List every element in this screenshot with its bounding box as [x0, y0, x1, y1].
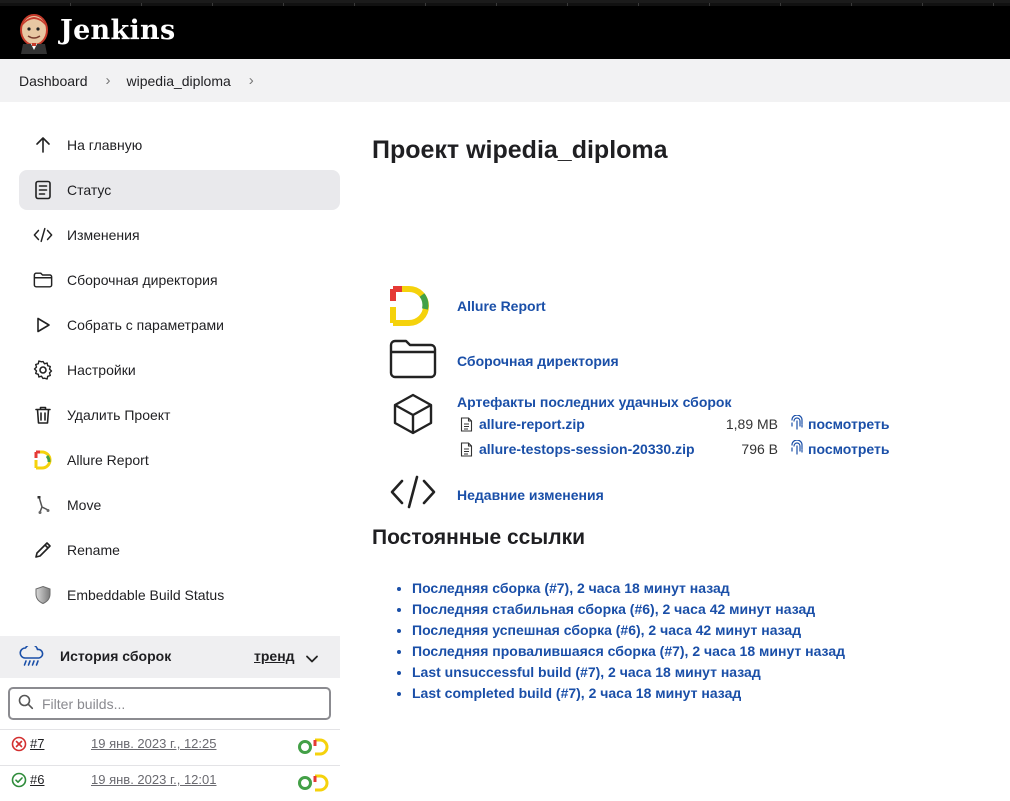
- arrow-up-icon: [33, 135, 53, 155]
- permalink-last-stable-build[interactable]: Последняя стабильная сборка (#6), 2 часа…: [412, 601, 815, 617]
- document-icon: [33, 180, 53, 200]
- build-row[interactable]: #6 19 янв. 2023 г., 12:01: [0, 765, 340, 801]
- breadcrumb-dashboard[interactable]: Dashboard: [19, 73, 88, 89]
- list-item: Последняя провалившаяся сборка (#7), 2 ч…: [412, 643, 845, 664]
- sidebar-item-allure-report[interactable]: Allure Report: [19, 440, 340, 480]
- allure-icon: [33, 450, 53, 470]
- breadcrumb-project[interactable]: wipedia_diploma: [127, 73, 231, 89]
- artifact-row: allure-report.zip 1,89 MB посмотреть: [460, 414, 900, 436]
- artifact-link[interactable]: allure-report.zip: [479, 416, 585, 432]
- sidebar-item-label: Allure Report: [67, 452, 149, 468]
- sidebar-item-label: Настройки: [67, 362, 136, 378]
- play-icon: [33, 315, 53, 335]
- build-history-header: История сборок тренд: [0, 636, 340, 678]
- sidebar: На главную Статус Изменения Сборочная ди…: [19, 125, 340, 620]
- sidebar-item-embeddable-build-status[interactable]: Embeddable Build Status: [19, 575, 340, 615]
- artifact-link[interactable]: allure-testops-session-20330.zip: [479, 441, 695, 457]
- move-icon: [33, 495, 53, 515]
- code-icon[interactable]: [389, 475, 437, 509]
- build-row[interactable]: #7 19 янв. 2023 г., 12:25: [0, 729, 340, 765]
- app-brand[interactable]: Jenkins: [60, 15, 175, 46]
- workspace-link[interactable]: Сборочная директория: [457, 353, 619, 369]
- search-icon: [18, 694, 34, 713]
- sidebar-item-label: Сборочная директория: [67, 272, 218, 288]
- folder-icon[interactable]: [389, 339, 437, 379]
- failed-status-icon: [11, 736, 27, 755]
- artifact-size: 1,89 MB: [725, 416, 778, 432]
- sidebar-item-settings[interactable]: Настройки: [19, 350, 340, 390]
- sidebar-item-label: Собрать с параметрами: [67, 317, 224, 333]
- build-number-link[interactable]: #6: [30, 772, 44, 787]
- code-icon: [33, 225, 53, 245]
- sidebar-item-status[interactable]: Статус: [19, 170, 340, 210]
- allure-report-icon[interactable]: [389, 285, 437, 327]
- list-item: Последняя сборка (#7), 2 часа 18 минут н…: [412, 580, 845, 601]
- success-status-icon: [11, 772, 27, 791]
- sidebar-item-label: Embeddable Build Status: [67, 587, 225, 603]
- allure-report-icon[interactable]: [298, 774, 330, 795]
- filter-builds-field[interactable]: [8, 687, 331, 720]
- sidebar-item-delete-project[interactable]: Удалить Проект: [19, 395, 340, 435]
- list-item: Последняя стабильная сборка (#6), 2 часа…: [412, 601, 845, 622]
- permalink-last-failed-build[interactable]: Последняя провалившаяся сборка (#7), 2 ч…: [412, 643, 845, 659]
- allure-report-icon[interactable]: [298, 738, 330, 759]
- artifacts-title[interactable]: Артефакты последних удачных сборок: [457, 394, 731, 410]
- artifact-size: 796 B: [741, 441, 778, 457]
- build-date-link[interactable]: 19 янв. 2023 г., 12:01: [91, 772, 216, 787]
- sidebar-item-rename[interactable]: Rename: [19, 530, 340, 570]
- permalink-last-build[interactable]: Последняя сборка (#7), 2 часа 18 минут н…: [412, 580, 730, 596]
- permalink-last-successful-build[interactable]: Последняя успешная сборка (#6), 2 часа 4…: [412, 622, 801, 638]
- view-artifact-link[interactable]: посмотреть: [808, 416, 889, 432]
- build-history-title: История сборок: [60, 648, 172, 664]
- gear-icon: [33, 360, 53, 380]
- sidebar-item-label: Удалить Проект: [67, 407, 171, 423]
- chevron-down-icon[interactable]: [305, 651, 319, 667]
- permalinks-list: Последняя сборка (#7), 2 часа 18 минут н…: [394, 580, 845, 706]
- build-date-link[interactable]: 19 янв. 2023 г., 12:25: [91, 736, 216, 751]
- weather-rain-icon: [19, 643, 45, 671]
- sidebar-item-build-with-params[interactable]: Собрать с параметрами: [19, 305, 340, 345]
- shield-icon: [33, 585, 53, 605]
- build-number-link[interactable]: #7: [30, 736, 44, 751]
- trash-icon: [33, 405, 53, 425]
- header-stripe: [0, 3, 1010, 6]
- file-icon: [460, 442, 473, 460]
- permalink-last-unsuccessful-build[interactable]: Last unsuccessful build (#7), 2 часа 18 …: [412, 664, 761, 680]
- sidebar-item-label: Статус: [67, 182, 112, 198]
- fingerprint-icon[interactable]: [790, 414, 804, 434]
- sidebar-item-changes[interactable]: Изменения: [19, 215, 340, 255]
- allure-report-link[interactable]: Allure Report: [457, 298, 546, 314]
- chevron-right-icon[interactable]: ›: [249, 72, 254, 89]
- recent-changes-link[interactable]: Недавние изменения: [457, 487, 604, 503]
- fingerprint-icon[interactable]: [790, 439, 804, 459]
- artifact-row: allure-testops-session-20330.zip 796 B п…: [460, 439, 900, 461]
- sidebar-item-label: Rename: [67, 542, 120, 558]
- package-icon: [393, 393, 433, 435]
- sidebar-item-label: На главную: [67, 137, 143, 153]
- chevron-right-icon: ›: [105, 72, 111, 89]
- pencil-icon: [33, 540, 53, 560]
- breadcrumb: Dashboard › wipedia_diploma ›: [0, 59, 1010, 102]
- permalink-last-completed-build[interactable]: Last completed build (#7), 2 часа 18 мин…: [412, 685, 741, 701]
- sidebar-item-move[interactable]: Move: [19, 485, 340, 525]
- file-icon: [460, 417, 473, 435]
- list-item: Last completed build (#7), 2 часа 18 мин…: [412, 685, 845, 706]
- page-title: Проект wipedia_diploma: [372, 136, 668, 164]
- view-artifact-link[interactable]: посмотреть: [808, 441, 889, 457]
- sidebar-item-home[interactable]: На главную: [19, 125, 340, 165]
- sidebar-item-workspace[interactable]: Сборочная директория: [19, 260, 340, 300]
- trend-link[interactable]: тренд: [254, 648, 295, 664]
- list-item: Last unsuccessful build (#7), 2 часа 18 …: [412, 664, 845, 685]
- jenkins-logo-icon[interactable]: [17, 12, 51, 54]
- list-item: Последняя успешная сборка (#6), 2 часа 4…: [412, 622, 845, 643]
- folder-icon: [33, 270, 53, 290]
- filter-builds-input[interactable]: [40, 694, 324, 713]
- permalinks-title: Постоянные ссылки: [372, 526, 586, 549]
- top-header: Jenkins: [0, 0, 1010, 59]
- sidebar-item-label: Изменения: [67, 227, 140, 243]
- sidebar-item-label: Move: [67, 497, 102, 513]
